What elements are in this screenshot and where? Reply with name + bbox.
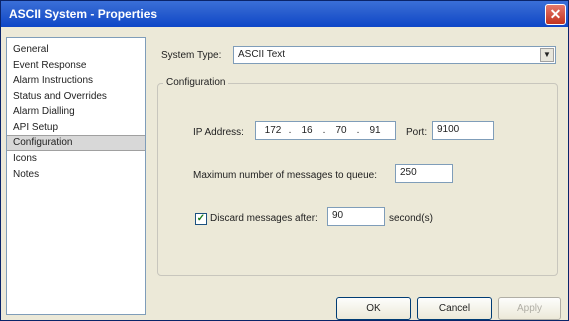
dropdown-arrow-icon[interactable]: ▼: [540, 48, 554, 62]
apply-button[interactable]: Apply: [498, 297, 561, 320]
seconds-label: second(s): [389, 213, 433, 224]
sidebar-item-alarm-instructions[interactable]: Alarm Instructions: [7, 73, 145, 89]
sidebar-item-status-overrides[interactable]: Status and Overrides: [7, 89, 145, 105]
sidebar-item-icons[interactable]: Icons: [7, 151, 145, 167]
port-field[interactable]: 9100: [432, 121, 494, 140]
ip-address-field[interactable]: 172 . 16 . 70 . 91: [255, 121, 396, 140]
max-queue-label: Maximum number of messages to queue:: [193, 170, 377, 181]
ip-address-label: IP Address:: [193, 127, 244, 138]
ip-octet-3[interactable]: 70: [328, 123, 354, 139]
system-type-select[interactable]: ASCII Text ▼: [233, 46, 556, 64]
ip-separator: .: [322, 124, 326, 136]
close-icon: ✕: [549, 6, 562, 22]
window-title: ASCII System - Properties: [9, 7, 158, 21]
sidebar-item-api-setup[interactable]: API Setup: [7, 120, 145, 136]
ip-separator: .: [288, 124, 292, 136]
title-bar: ASCII System - Properties ✕: [1, 1, 568, 27]
ip-octet-4[interactable]: 91: [362, 123, 388, 139]
sidebar-item-configuration[interactable]: Configuration: [7, 135, 145, 151]
sidebar-item-alarm-dialling[interactable]: Alarm Dialling: [7, 104, 145, 120]
discard-seconds-field[interactable]: 90: [327, 207, 385, 226]
properties-dialog: ASCII System - Properties ✕ General Even…: [0, 0, 569, 321]
discard-messages-checkbox[interactable]: ✓: [195, 213, 207, 225]
max-queue-field[interactable]: 250: [395, 164, 453, 183]
system-type-value: ASCII Text: [238, 49, 286, 60]
sidebar-item-notes[interactable]: Notes: [7, 167, 145, 183]
ip-separator: .: [356, 124, 360, 136]
port-label: Port:: [406, 127, 428, 138]
system-type-label: System Type:: [161, 50, 222, 61]
checkmark-icon: ✓: [196, 213, 206, 224]
close-button[interactable]: ✕: [545, 4, 566, 25]
ip-octet-1[interactable]: 172: [260, 123, 286, 139]
ok-button[interactable]: OK: [336, 297, 411, 320]
discard-messages-label: Discard messages after:: [210, 213, 318, 224]
configuration-group-title: Configuration: [163, 77, 229, 88]
sidebar-nav: General Event Response Alarm Instruction…: [6, 37, 146, 315]
cancel-button[interactable]: Cancel: [417, 297, 492, 320]
ip-octet-2[interactable]: 16: [294, 123, 320, 139]
sidebar-item-event-response[interactable]: Event Response: [7, 58, 145, 74]
sidebar-item-general[interactable]: General: [7, 42, 145, 58]
